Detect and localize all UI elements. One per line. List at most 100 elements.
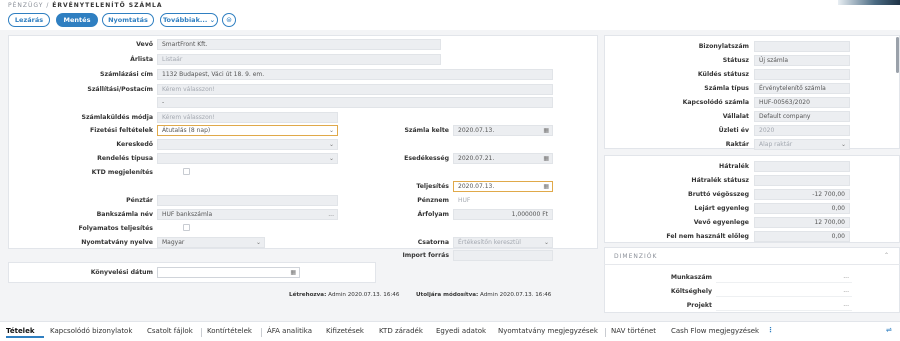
continuous-checkbox[interactable] xyxy=(183,224,190,231)
billing-address-label: Számlázási cím xyxy=(100,71,153,78)
customer-balance-label: Vevő egyenlege xyxy=(693,219,749,226)
due-date-field[interactable]: 2020.07.21. ▦ xyxy=(453,153,553,164)
shipping-address-extra[interactable]: - xyxy=(157,97,553,108)
import-source-label: Import forrás xyxy=(402,252,450,259)
more-tabs-icon[interactable]: ⋮ xyxy=(767,326,774,334)
tab-cashflow-notes[interactable]: Cash Flow megjegyzések xyxy=(671,327,759,335)
calendar-icon[interactable]: ▦ xyxy=(290,268,296,277)
company-field: Default company xyxy=(754,111,850,122)
arrears-status-label: Hátralék státusz xyxy=(691,177,749,184)
tab-ktd-clause[interactable]: KTD záradék xyxy=(379,327,423,335)
tab-attached-files[interactable]: Csatolt fájlok xyxy=(147,327,193,335)
more-label: Továbbiak... xyxy=(162,16,208,24)
history-icon[interactable]: ⊜ xyxy=(222,13,236,27)
invoice-date-field[interactable]: 2020.07.13. ▦ xyxy=(453,125,553,136)
tab-payments[interactable]: Kifizetések xyxy=(326,327,364,335)
fulfillment-field[interactable]: 2020.07.13. ▦ xyxy=(453,181,553,192)
tab-nav-history[interactable]: NAV történet xyxy=(611,327,656,335)
channel-select[interactable]: Értékesítőn keresztül ⌄ xyxy=(453,237,553,248)
created-meta: Létrehozva: Admin 2020.07.13. 16:46 xyxy=(289,292,399,298)
chevron-down-icon: ⌄ xyxy=(328,155,334,162)
continuous-label: Folyamatos teljesítés xyxy=(78,225,153,232)
billing-address-field[interactable]: 1132 Budapest, Váci út 18. 9. em. xyxy=(157,69,553,80)
seller-select[interactable]: ⌄ xyxy=(157,139,338,150)
currency-field: HUF xyxy=(453,195,553,206)
invoice-type-label: Számla típus xyxy=(704,85,749,92)
project-field[interactable]: ... xyxy=(716,300,852,311)
shipping-address-field[interactable]: Kérem válasszon! xyxy=(157,84,553,95)
invoice-date-label: Számla kelte xyxy=(404,127,449,134)
more-dots-icon[interactable]: ... xyxy=(328,210,334,219)
channel-label: Csatorna xyxy=(417,239,449,246)
more-button[interactable]: Továbbiak... ⌄ xyxy=(160,13,218,27)
cost-center-field[interactable]: ... xyxy=(716,286,852,297)
cashier-field[interactable] xyxy=(157,195,338,206)
chevron-down-icon: ⌄ xyxy=(209,16,216,24)
doc-number-label: Bizonylatszám xyxy=(698,43,749,50)
related-invoice-label: Kapcsolódó számla xyxy=(682,99,749,106)
collapse-icon[interactable]: ⌃ xyxy=(884,252,889,259)
bank-account-value: HUF bankszámla xyxy=(162,211,213,218)
rate-field[interactable]: 1,000000 Ft xyxy=(453,209,553,220)
arrears-status-field xyxy=(754,175,850,186)
warehouse-label: Raktár xyxy=(725,141,749,148)
project-label: Projekt xyxy=(686,302,712,309)
chevron-down-icon: ⌄ xyxy=(328,127,334,134)
booking-date-field[interactable]: ▦ xyxy=(157,267,300,278)
fulfillment-value: 2020.07.13. xyxy=(458,183,495,190)
save-button[interactable]: Mentés xyxy=(56,13,98,27)
dimensions-divider xyxy=(604,264,900,265)
modified-label: Utoljára módosítva: xyxy=(416,292,479,298)
buyer-label: Vevő xyxy=(136,41,153,48)
send-status-field xyxy=(754,69,850,80)
send-status-label: Küldés státusz xyxy=(697,71,749,78)
seller-label: Kereskedő xyxy=(116,141,153,148)
chevron-down-icon: ⌄ xyxy=(840,141,846,148)
tab-items[interactable]: Tételek xyxy=(6,327,35,335)
invoice-delivery-label: Számlaküldés módja xyxy=(81,114,153,121)
import-source-field[interactable] xyxy=(453,250,553,261)
due-date-label: Esedékesség xyxy=(404,155,449,162)
swap-icon[interactable]: ⇌ xyxy=(886,326,892,334)
more-dots-icon[interactable]: ... xyxy=(843,286,849,295)
calendar-icon[interactable]: ▦ xyxy=(543,126,549,135)
buyer-field[interactable]: SmartFront Kft. xyxy=(157,39,441,50)
pricelist-field[interactable]: Listaár xyxy=(157,54,441,65)
currency-label: Pénznem xyxy=(417,197,449,204)
tab-custom-data[interactable]: Egyedi adatok xyxy=(436,327,486,335)
gross-total-label: Bruttó végösszeg xyxy=(688,191,749,198)
warehouse-select[interactable]: Alap raktár ⌄ xyxy=(754,139,850,150)
tab-related-documents[interactable]: Kapcsolódó bizonylatok xyxy=(50,327,132,335)
payment-terms-select[interactable]: Átutalás (8 nap) ⌄ xyxy=(157,125,338,136)
print-button[interactable]: Nyomtatás xyxy=(102,13,154,27)
fulfillment-label: Teljesítés xyxy=(416,183,449,190)
payment-terms-label: Fizetési feltételek xyxy=(89,127,153,134)
chevron-down-icon: ⌄ xyxy=(543,239,549,246)
breadcrumb-separator: / xyxy=(46,2,50,9)
calendar-icon[interactable]: ▦ xyxy=(543,182,549,191)
tab-account-entries[interactable]: Kontírtételek xyxy=(207,327,252,335)
due-balance-label: Lejárt egyenleg xyxy=(694,205,749,212)
arrears-field xyxy=(754,161,850,172)
breadcrumb-parent[interactable]: PÉNZÜGY xyxy=(8,2,43,9)
bank-account-field[interactable]: HUF bankszámla ... xyxy=(157,209,338,220)
ktd-checkbox[interactable] xyxy=(183,168,190,175)
invoice-delivery-field[interactable]: Kérem válasszon! xyxy=(157,112,338,123)
order-type-select[interactable]: ⌄ xyxy=(157,153,338,164)
tab-print-notes[interactable]: Nyomtatvány megjegyzések xyxy=(498,327,598,335)
more-dots-icon[interactable]: ... xyxy=(843,272,849,281)
worksite-field[interactable]: ... xyxy=(716,272,852,283)
status-label: Státusz xyxy=(722,57,749,64)
calendar-icon[interactable]: ▦ xyxy=(543,154,549,163)
fiscal-year-field: 2020 xyxy=(754,125,850,136)
chevron-down-icon: ⌄ xyxy=(255,239,261,246)
created-value: Admin 2020.07.13. 16:46 xyxy=(328,292,400,298)
shipping-address-label: Szállítási/Postacím xyxy=(87,86,153,93)
chevron-down-icon: ⌄ xyxy=(328,141,334,148)
lock-button[interactable]: Lezárás xyxy=(8,13,50,27)
modified-value: Admin 2020.07.13. 16:46 xyxy=(480,292,552,298)
more-dots-icon[interactable]: ... xyxy=(843,300,849,309)
tab-vat-analytics[interactable]: ÁFA analitika xyxy=(267,327,312,335)
scrollbar-thumb[interactable] xyxy=(896,37,899,73)
print-language-select[interactable]: Magyar ⌄ xyxy=(157,237,265,248)
